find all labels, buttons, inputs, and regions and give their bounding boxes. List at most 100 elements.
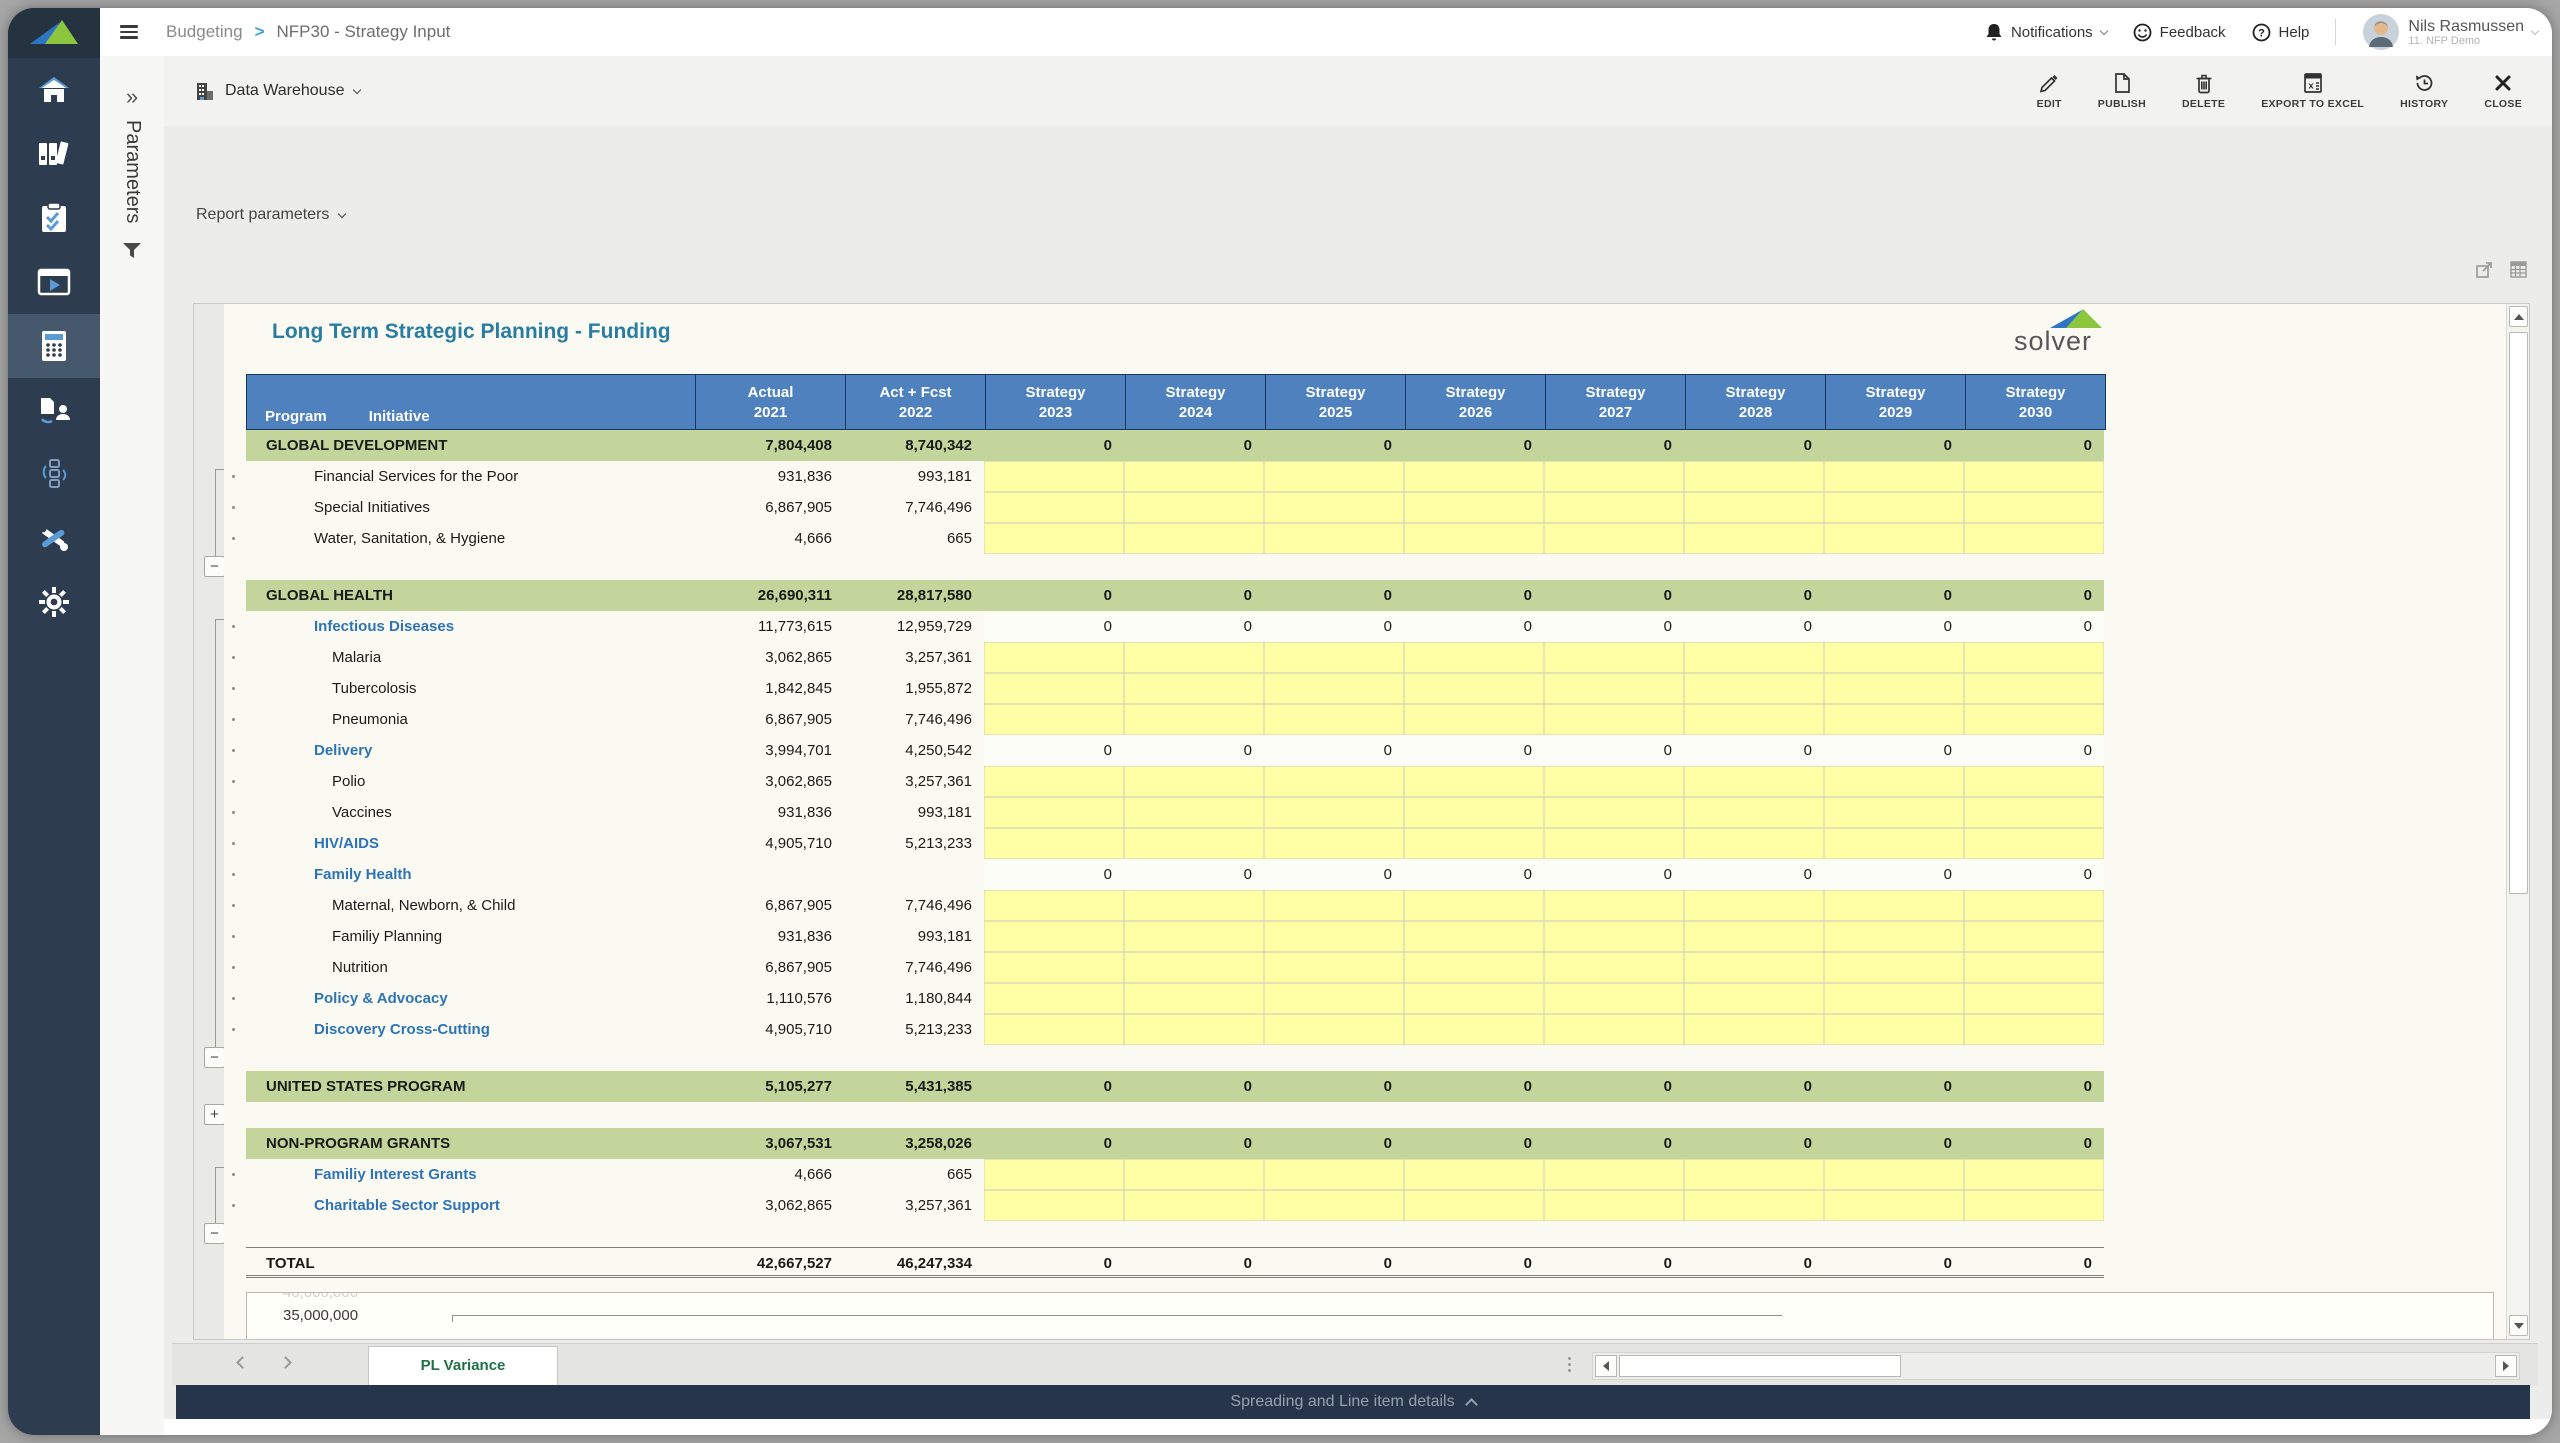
strategy-input-cell[interactable] [1404,523,1544,554]
strategy-input-cell[interactable] [1124,952,1264,983]
strategy-input-cell[interactable] [1824,1014,1964,1045]
strategy-input-cell[interactable] [1964,766,2104,797]
scroll-up-button[interactable] [2509,306,2528,327]
strategy-input-cell[interactable] [984,461,1124,492]
strategy-input-cell[interactable] [1404,704,1544,735]
strategy-input-cell[interactable] [1544,890,1684,921]
vertical-scroll-thumb[interactable] [2509,332,2528,894]
strategy-input-cell[interactable] [984,952,1124,983]
strategy-input-cell[interactable] [1264,921,1404,952]
strategy-input-cell[interactable] [1404,673,1544,704]
menu-icon[interactable] [120,22,138,42]
strategy-input-cell[interactable] [1404,1014,1544,1045]
sidebar-item-process[interactable] [8,442,100,506]
strategy-input-cell[interactable] [1124,673,1264,704]
strategy-input-cell[interactable] [1964,921,2104,952]
strategy-input-cell[interactable] [1964,1190,2104,1221]
strategy-input-cell[interactable] [984,766,1124,797]
collapse-group-button[interactable]: − [204,1223,225,1244]
strategy-input-cell[interactable] [1264,828,1404,859]
strategy-input-cell[interactable] [1544,1190,1684,1221]
strategy-input-cell[interactable] [1824,983,1964,1014]
strategy-input-cell[interactable] [1684,1159,1824,1190]
strategy-input-cell[interactable] [1404,983,1544,1014]
strategy-input-cell[interactable] [1964,983,2104,1014]
strategy-input-cell[interactable] [1404,797,1544,828]
strategy-input-cell[interactable] [1404,766,1544,797]
expand-group-button[interactable]: + [204,1104,225,1125]
strategy-input-cell[interactable] [1964,461,2104,492]
strategy-input-cell[interactable] [1824,797,1964,828]
strategy-input-cell[interactable] [1124,983,1264,1014]
strategy-input-cell[interactable] [1544,921,1684,952]
strategy-input-cell[interactable] [1684,1014,1824,1045]
spreading-details-bar[interactable]: Spreading and Line item details [176,1385,2530,1419]
strategy-input-cell[interactable] [1824,642,1964,673]
strategy-input-cell[interactable] [1124,890,1264,921]
user-menu[interactable]: Nils Rasmussen 11. NFP Demo [2362,13,2538,51]
strategy-input-cell[interactable] [1544,461,1684,492]
scroll-left-button[interactable] [1595,1355,1617,1377]
strategy-input-cell[interactable] [1684,766,1824,797]
sidebar-item-home[interactable] [8,58,100,122]
strategy-input-cell[interactable] [1964,704,2104,735]
strategy-input-cell[interactable] [1544,983,1684,1014]
strategy-input-cell[interactable] [984,890,1124,921]
strategy-input-cell[interactable] [1264,1190,1404,1221]
tab-pl-variance[interactable]: PL Variance [368,1346,558,1386]
strategy-input-cell[interactable] [1684,642,1824,673]
strategy-input-cell[interactable] [1684,673,1824,704]
strategy-input-cell[interactable] [1264,890,1404,921]
strategy-input-cell[interactable] [1264,1159,1404,1190]
strategy-input-cell[interactable] [1824,890,1964,921]
strategy-input-cell[interactable] [1404,890,1544,921]
strategy-input-cell[interactable] [1684,952,1824,983]
strategy-input-cell[interactable] [1964,673,2104,704]
delete-button[interactable]: DELETE [2182,72,2225,110]
sidebar-item-collaboration[interactable] [8,378,100,442]
sidebar-item-settings[interactable] [8,570,100,634]
open-fullscreen-button[interactable] [2475,260,2494,279]
strategy-input-cell[interactable] [1124,766,1264,797]
strategy-input-cell[interactable] [984,673,1124,704]
strategy-input-cell[interactable] [1684,704,1824,735]
strategy-input-cell[interactable] [984,797,1124,828]
publish-button[interactable]: PUBLISH [2098,72,2146,110]
close-button[interactable]: CLOSE [2484,72,2522,110]
vertical-scrollbar[interactable] [2506,304,2529,1339]
strategy-input-cell[interactable] [1824,523,1964,554]
strategy-input-cell[interactable] [1824,828,1964,859]
strategy-input-cell[interactable] [1264,642,1404,673]
strategy-input-cell[interactable] [1824,1159,1964,1190]
edit-button[interactable]: EDIT [2037,72,2062,110]
horizontal-scroll-thumb[interactable] [1619,1355,1901,1377]
horizontal-scrollbar[interactable] [1592,1352,2520,1380]
app-logo[interactable] [8,8,100,58]
strategy-input-cell[interactable] [1544,673,1684,704]
strategy-input-cell[interactable] [1124,1159,1264,1190]
strategy-input-cell[interactable] [984,1190,1124,1221]
strategy-input-cell[interactable] [1684,461,1824,492]
strategy-input-cell[interactable] [1264,1014,1404,1045]
strategy-input-cell[interactable] [1404,642,1544,673]
strategy-input-cell[interactable] [1124,1014,1264,1045]
strategy-input-cell[interactable] [1824,461,1964,492]
export-to-excel-button[interactable]: x EXPORT TO EXCEL [2261,72,2364,110]
strategy-input-cell[interactable] [1124,921,1264,952]
strategy-input-cell[interactable] [1824,766,1964,797]
strategy-input-cell[interactable] [984,492,1124,523]
strategy-input-cell[interactable] [1964,828,2104,859]
strategy-input-cell[interactable] [1124,461,1264,492]
strategy-input-cell[interactable] [1544,828,1684,859]
strategy-input-cell[interactable] [1824,704,1964,735]
strategy-input-cell[interactable] [1124,828,1264,859]
strategy-input-cell[interactable] [1404,492,1544,523]
collapse-group-button[interactable]: − [204,1047,225,1068]
expand-panel-icon[interactable]: » [100,84,164,110]
tab-scroll-right-icon[interactable] [279,1356,292,1369]
strategy-input-cell[interactable] [1684,890,1824,921]
strategy-input-cell[interactable] [1544,1014,1684,1045]
strategy-input-cell[interactable] [1124,642,1264,673]
strategy-input-cell[interactable] [984,704,1124,735]
sidebar-item-budgeting[interactable] [8,314,100,378]
